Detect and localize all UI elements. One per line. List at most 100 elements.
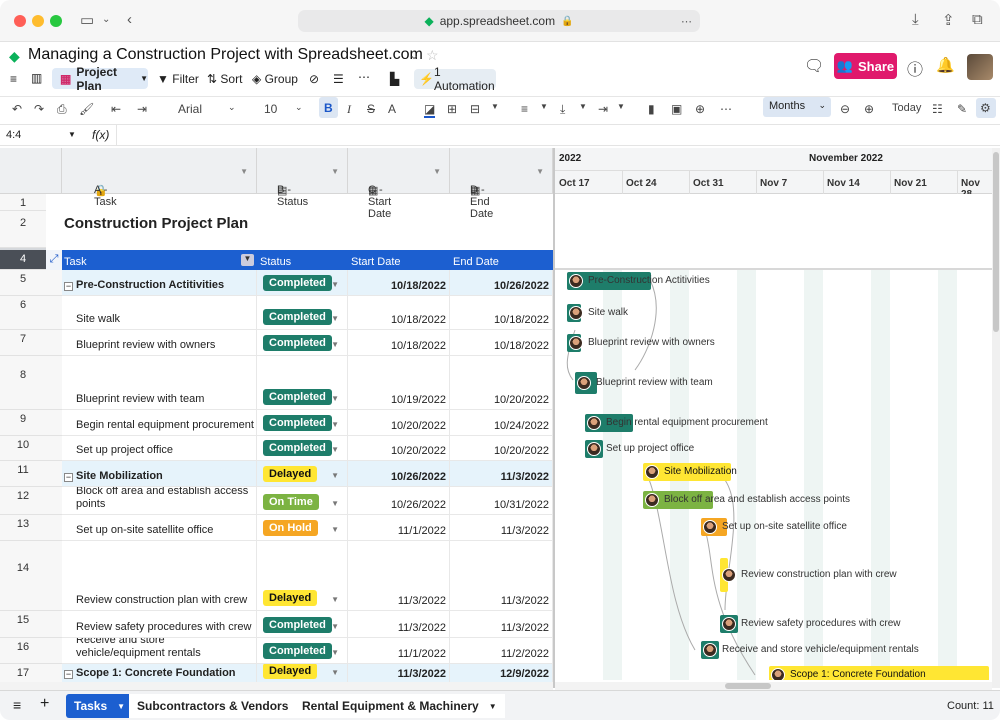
title-dropdown-icon[interactable]: ⌄ xyxy=(409,48,419,62)
zoom-in-icon[interactable]: ⊕ xyxy=(864,102,874,116)
row-gutter[interactable] xyxy=(46,515,62,541)
align-icon[interactable]: ≡ xyxy=(521,102,528,116)
assignee-avatar[interactable] xyxy=(703,520,717,534)
end-date-cell[interactable]: 10/18/2022 xyxy=(450,330,553,356)
end-date-cell[interactable]: 11/3/2022 xyxy=(450,515,553,541)
text-color-icon[interactable]: A xyxy=(388,102,396,116)
chevron-down-icon[interactable]: ▼ xyxy=(331,622,339,631)
tabs-icon[interactable]: ⧉ xyxy=(972,11,983,28)
column-header-b[interactable]: ▤ B - Status ▼ xyxy=(257,148,348,208)
valign-dropdown-icon[interactable]: ▼ xyxy=(579,102,587,111)
row-number[interactable]: 15 xyxy=(0,611,46,638)
assignee-avatar[interactable] xyxy=(645,493,659,507)
assignee-avatar[interactable] xyxy=(569,306,583,320)
task-cell[interactable]: − Scope 1: Concrete Foundation xyxy=(62,664,257,684)
row-number[interactable]: 9 xyxy=(0,410,46,436)
task-cell[interactable]: Site walk xyxy=(62,296,257,330)
end-date-cell[interactable]: 11/3/2022 xyxy=(450,461,553,487)
row-number[interactable]: 17 xyxy=(0,664,46,684)
status-cell[interactable]: Completed ▼ xyxy=(257,296,348,330)
task-cell[interactable]: Receive and store vehicle/equipment rent… xyxy=(62,638,257,664)
row-number[interactable]: 2 xyxy=(0,211,46,248)
vertical-scrollbar[interactable] xyxy=(992,148,1000,688)
settings-icon[interactable]: ⚙ xyxy=(976,98,996,118)
row-number-selected[interactable]: 4 xyxy=(0,250,46,270)
header-task[interactable]: Task xyxy=(64,256,87,268)
tab-rental-equipment[interactable]: Rental Equipment & Machinery ▼ xyxy=(294,694,505,718)
assignee-avatar[interactable] xyxy=(569,336,583,350)
status-cell[interactable]: Delayed ▼ xyxy=(257,664,348,684)
borders-icon[interactable]: ⊞ xyxy=(447,102,457,116)
header-start-date[interactable]: Start Date xyxy=(351,256,401,268)
status-cell[interactable]: Completed ▼ xyxy=(257,436,348,461)
image-icon[interactable]: ▣ xyxy=(671,102,682,116)
assignee-avatar[interactable] xyxy=(569,274,583,288)
bold-icon[interactable]: B xyxy=(319,97,338,118)
more-icon[interactable]: ⋯ xyxy=(681,15,692,28)
back-icon[interactable]: ‹ xyxy=(127,11,132,28)
paint-format-icon[interactable]: 🖌 xyxy=(79,102,94,116)
row-number[interactable]: 8 xyxy=(0,356,46,410)
start-date-cell[interactable]: 10/20/2022 xyxy=(348,410,450,436)
assignee-avatar[interactable] xyxy=(722,617,736,631)
horizontal-scrollbar-right[interactable] xyxy=(555,682,992,690)
download-icon[interactable]: ⤓ xyxy=(912,11,919,28)
end-date-cell[interactable]: 11/3/2022 xyxy=(450,611,553,638)
row-number[interactable]: 6 xyxy=(0,296,46,330)
filter-button[interactable]: ▼ Filter xyxy=(157,72,199,86)
column-a-menu-icon[interactable]: ▼ xyxy=(240,167,248,176)
star-icon[interactable]: ☆ xyxy=(426,47,439,64)
scrollbar-thumb[interactable] xyxy=(725,683,771,689)
outdent-icon[interactable]: ⇤ xyxy=(111,102,121,116)
expand-row-icon[interactable]: ⤢ xyxy=(46,250,62,270)
row-height-icon[interactable]: ☰ xyxy=(333,72,344,86)
row-number[interactable]: 11 xyxy=(0,461,46,487)
status-cell[interactable]: Completed ▼ xyxy=(257,410,348,436)
assignee-avatar[interactable] xyxy=(587,442,601,456)
chevron-down-icon[interactable]: ▼ xyxy=(331,394,339,403)
font-dropdown-icon[interactable]: ⌄ xyxy=(228,102,236,113)
sheet-title[interactable]: Construction Project Plan xyxy=(64,215,248,232)
start-date-cell[interactable]: 11/3/2022 xyxy=(348,611,450,638)
status-cell[interactable]: Completed ▼ xyxy=(257,638,348,664)
collapse-toggle-icon[interactable]: − xyxy=(64,473,73,482)
cell-ref-dropdown-icon[interactable]: ▼ xyxy=(68,130,76,139)
end-date-cell[interactable]: 10/20/2022 xyxy=(450,436,553,461)
panel-icon[interactable]: ▥ xyxy=(31,71,42,85)
horizontal-scrollbar-left[interactable] xyxy=(0,682,553,690)
row-number[interactable]: 7 xyxy=(0,330,46,356)
end-date-cell[interactable]: 12/9/2022 xyxy=(450,664,553,684)
share-page-icon[interactable]: ⇪ xyxy=(942,11,955,29)
column-header-c[interactable]: ▦ C - Start Date ▼ xyxy=(348,148,450,220)
status-cell[interactable]: Completed ▼ xyxy=(257,270,348,296)
status-cell[interactable]: Delayed ▼ xyxy=(257,541,348,611)
wrap-dropdown-icon[interactable]: ▼ xyxy=(617,102,625,111)
end-date-cell[interactable]: 10/20/2022 xyxy=(450,356,553,410)
start-date-cell[interactable]: 10/18/2022 xyxy=(348,330,450,356)
row-gutter[interactable] xyxy=(46,410,62,436)
chevron-down-icon[interactable]: ▼ xyxy=(331,648,339,657)
assignee-avatar[interactable] xyxy=(577,376,591,390)
more-format-icon[interactable]: ⋯ xyxy=(720,102,732,116)
column-header-d[interactable]: ▦ D - End Date ▼ xyxy=(450,148,553,220)
comment-add-icon[interactable]: ⊕ xyxy=(695,102,705,116)
minimize-window-icon[interactable] xyxy=(32,15,44,27)
redo-icon[interactable]: ↷ xyxy=(34,102,44,116)
format-rules-icon[interactable]: ▙ xyxy=(390,72,399,86)
status-cell[interactable]: Delayed ▼ xyxy=(257,461,348,487)
collapse-toggle-icon[interactable]: − xyxy=(64,282,73,291)
maximize-window-icon[interactable] xyxy=(50,15,62,27)
end-date-cell[interactable]: 10/31/2022 xyxy=(450,487,553,515)
status-cell[interactable]: Completed ▼ xyxy=(257,611,348,638)
tab-subcontractors[interactable]: Subcontractors & Vendors▼ xyxy=(129,694,315,718)
status-cell[interactable]: On Hold ▼ xyxy=(257,515,348,541)
end-date-cell[interactable]: 11/3/2022 xyxy=(450,541,553,611)
start-date-cell[interactable]: 10/18/2022 xyxy=(348,270,450,296)
end-date-cell[interactable]: 10/18/2022 xyxy=(450,296,553,330)
start-date-cell[interactable]: 11/3/2022 xyxy=(348,664,450,684)
today-button[interactable]: Today xyxy=(892,102,921,114)
task-cell[interactable]: − Pre-Construction Actitivities xyxy=(62,270,257,296)
header-filter-icon[interactable]: ▼ xyxy=(241,254,254,266)
start-date-cell[interactable]: 11/1/2022 xyxy=(348,638,450,664)
chevron-down-icon[interactable]: ▼ xyxy=(331,471,339,480)
